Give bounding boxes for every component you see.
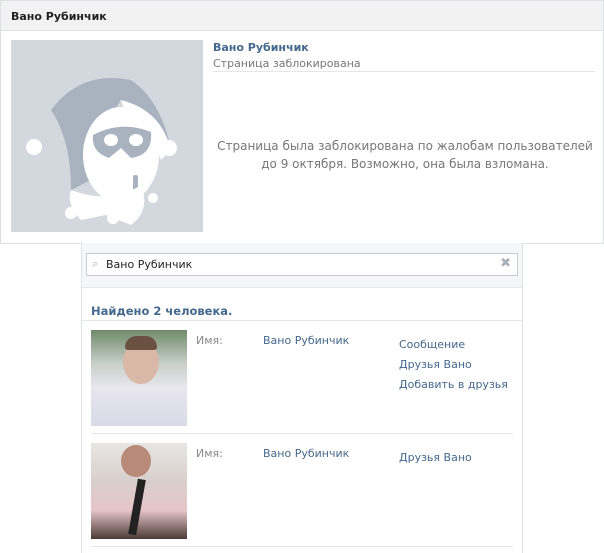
search-value: Вано Рубинчик [106,258,193,271]
user-photo[interactable] [91,443,187,539]
search-results-panel: ⌕ Вано Рубинчик ✖ Найдено 2 человека. Им… [81,243,523,553]
user-name-link[interactable]: Вано Рубинчик [263,334,349,347]
user-name-link[interactable]: Вано Рубинчик [263,447,349,460]
name-label: Имя: [196,334,223,347]
profile-status: Страница заблокирована [213,57,361,70]
search-icon: ⌕ [92,257,99,270]
blocked-avatar-jester-icon [11,40,203,232]
divider [91,433,513,434]
message-link[interactable]: Сообщение [399,338,465,351]
panel-title: Вано Рубинчик [11,10,107,23]
blocked-message: Страница была заблокирована по жалобам п… [217,139,593,171]
user-photo[interactable] [91,330,187,426]
panel-header: Вано Рубинчик [1,1,603,31]
add-friend-link[interactable]: Добавить в друзья [399,378,508,391]
clear-icon[interactable]: ✖ [500,256,511,271]
divider [82,320,522,321]
result-row: Имя: Вано Рубинчик Друзья Вано [91,443,513,553]
search-bar: ⌕ Вано Рубинчик ✖ [82,243,522,288]
blocked-profile-panel: Вано Рубинчик Вано Рубинчик Страница заб… [0,0,604,244]
name-label: Имя: [196,447,223,460]
friends-link[interactable]: Друзья Вано [399,358,472,371]
divider [213,71,595,72]
results-count: Найдено 2 человека. [91,304,233,318]
search-input[interactable]: ⌕ Вано Рубинчик ✖ [86,253,518,276]
profile-name-link[interactable]: Вано Рубинчик [213,41,309,54]
friends-link[interactable]: Друзья Вано [399,451,472,464]
divider [91,546,513,547]
result-row: Имя: Вано Рубинчик Сообщение Друзья Вано… [91,330,513,440]
